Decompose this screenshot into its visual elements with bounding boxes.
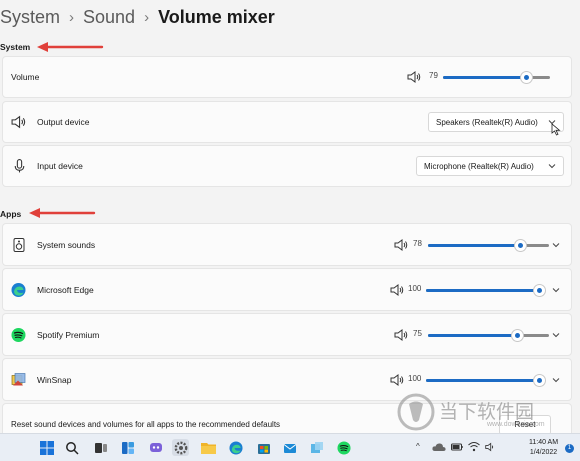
input-device-label: Input device: [37, 161, 83, 171]
section-label-system: System: [0, 42, 31, 52]
mail-app-icon[interactable]: [281, 439, 298, 456]
speaker-mute-button-icon[interactable]: [394, 238, 408, 252]
output-device-label: Output device: [37, 117, 90, 127]
slider-thumb[interactable]: [534, 374, 546, 386]
page-title: Volume mixer: [158, 6, 275, 27]
output-device-dropdown[interactable]: Speakers (Realtek(R) Audio): [428, 112, 564, 132]
taskbar: ^ 11:40 AM 1/4/2022 1: [0, 433, 580, 461]
volume-card: Volume 79: [2, 56, 572, 98]
expand-chevron-icon[interactable]: [551, 240, 561, 250]
app-row-system-sounds: System sounds 78: [2, 223, 572, 266]
app-volume-value: 100: [408, 283, 422, 293]
mouse-cursor-icon: [551, 123, 561, 136]
store-icon[interactable]: [255, 439, 272, 456]
tray-overflow-chevron-icon[interactable]: ^: [416, 442, 420, 451]
volume-slider[interactable]: [443, 72, 550, 83]
edge-icon: [11, 282, 26, 297]
expand-chevron-icon[interactable]: [551, 285, 561, 295]
volume-label: Volume: [11, 72, 40, 82]
chat-icon[interactable]: [147, 439, 164, 456]
app-volume-value: 100: [408, 373, 422, 383]
speaker-device-icon: [11, 237, 26, 252]
slider-fill: [426, 288, 540, 292]
app-volume-control: 78: [394, 238, 554, 252]
winsnap-icon: [11, 372, 26, 387]
app-row-winsnap: WinSnap 100: [2, 358, 572, 401]
clock-time: 11:40 AM: [529, 439, 559, 446]
search-icon[interactable]: [63, 439, 80, 456]
speaker-mute-button-icon[interactable]: [390, 283, 404, 297]
file-explorer-icon[interactable]: [200, 439, 217, 456]
expand-chevron-icon[interactable]: [551, 375, 561, 385]
speaker-mute-button-icon[interactable]: [394, 328, 408, 342]
breadcrumb-sound-link[interactable]: Sound: [83, 7, 135, 28]
slider-thumb[interactable]: [515, 239, 527, 251]
master-volume-control: 79: [407, 70, 557, 84]
clock[interactable]: 11:40 AM 1/4/2022: [529, 438, 558, 458]
app-name: Microsoft Edge: [37, 284, 94, 295]
section-label-apps: Apps: [0, 209, 22, 219]
app-row-spotify-premium: Spotify Premium 75: [2, 313, 572, 356]
notification-badge[interactable]: 1: [565, 444, 574, 453]
app-volume-slider[interactable]: [426, 374, 546, 386]
input-device-card: Input device Microphone (Realtek(R) Audi…: [2, 145, 572, 187]
breadcrumb-system-link[interactable]: System: [0, 7, 60, 28]
output-device-card: Output device Speakers (Realtek(R) Audio…: [2, 101, 572, 143]
slider-thumb[interactable]: [511, 329, 523, 341]
wifi-icon[interactable]: [468, 441, 480, 452]
output-device-value: Speakers (Realtek(R) Audio): [436, 117, 538, 127]
widgets-icon[interactable]: [119, 439, 136, 456]
slider-fill: [428, 333, 517, 337]
onedrive-icon[interactable]: [432, 442, 446, 452]
app-volume-slider[interactable]: [426, 284, 546, 296]
task-view-icon[interactable]: [92, 439, 109, 456]
app-volume-slider[interactable]: [428, 239, 549, 251]
spotify-icon: [11, 327, 26, 342]
breadcrumb: System › Sound › Volume mixer: [0, 5, 275, 29]
breadcrumb-separator-icon: ›: [144, 8, 150, 26]
app-volume-control: 75: [394, 328, 554, 342]
edge-browser-icon[interactable]: [227, 439, 244, 456]
app-name: WinSnap: [37, 374, 72, 385]
red-arrow-annotation: [29, 208, 96, 218]
clock-date: 1/4/2022: [529, 449, 558, 456]
volume-tray-icon[interactable]: [484, 442, 496, 452]
app-volume-control: 100: [390, 283, 550, 297]
speaker-mute-button-icon[interactable]: [390, 373, 404, 387]
chevron-down-icon: [548, 164, 556, 169]
app-name: System sounds: [37, 239, 96, 250]
slider-fill: [443, 76, 526, 79]
breadcrumb-separator-icon: ›: [69, 8, 75, 26]
app-row-microsoft-edge: Microsoft Edge 100: [2, 268, 572, 311]
winsnap-taskbar-icon[interactable]: [308, 439, 325, 456]
speaker-mute-button-icon[interactable]: [407, 70, 421, 84]
app-volume-control: 100: [390, 373, 550, 387]
app-volume-slider[interactable]: [428, 329, 549, 341]
slider-thumb[interactable]: [520, 72, 532, 83]
input-device-value: Microphone (Realtek(R) Audio): [424, 161, 534, 171]
microphone-icon: [14, 159, 25, 173]
app-name: Spotify Premium: [37, 329, 100, 340]
reset-button[interactable]: Reset: [499, 415, 551, 435]
slider-thumb[interactable]: [534, 284, 546, 296]
expand-chevron-icon[interactable]: [551, 330, 561, 340]
battery-icon[interactable]: [451, 442, 463, 452]
input-device-dropdown[interactable]: Microphone (Realtek(R) Audio): [416, 156, 564, 176]
spotify-taskbar-icon[interactable]: [335, 439, 352, 456]
start-button-icon[interactable]: [38, 439, 55, 456]
slider-fill: [428, 243, 521, 247]
reset-description: Reset sound devices and volumes for all …: [11, 420, 281, 429]
speaker-icon: [11, 115, 26, 129]
settings-icon[interactable]: [172, 439, 189, 456]
slider-fill: [426, 378, 540, 382]
red-arrow-annotation: [37, 42, 104, 52]
